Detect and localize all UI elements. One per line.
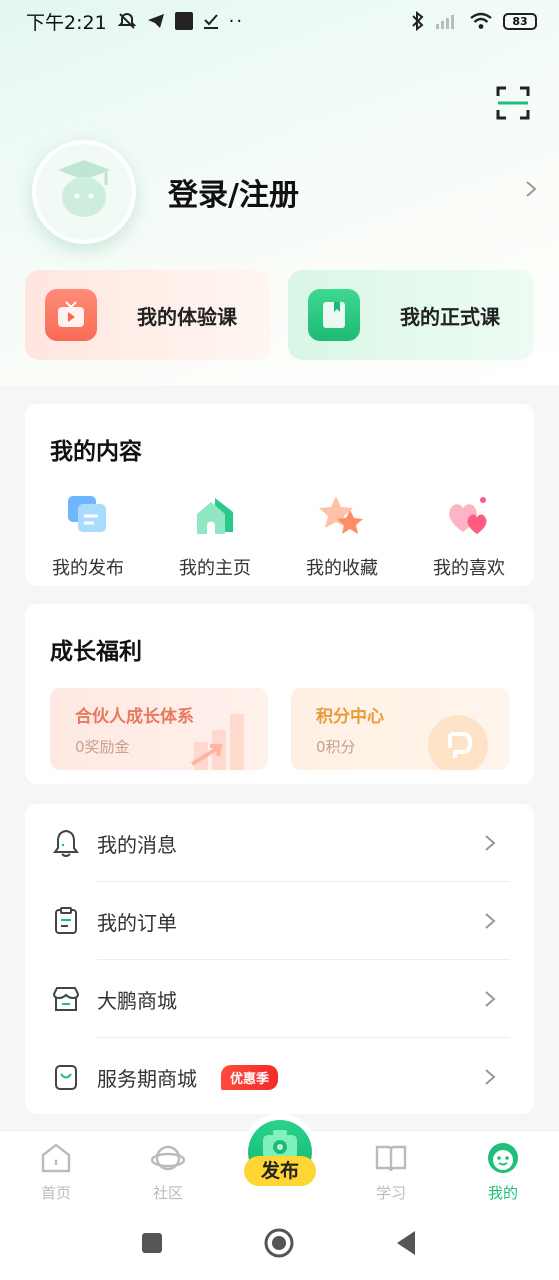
- chevron-right-icon: [485, 1069, 496, 1085]
- publish-doc-icon: [68, 496, 106, 532]
- system-navigation-bar: [0, 1212, 559, 1280]
- my-content-card: 我的内容 我的发布 我的主页 我的收藏 我的喜欢: [25, 404, 534, 586]
- mascot-graduate-icon: [58, 160, 110, 217]
- menu-label-orders: 我的订单: [97, 910, 177, 935]
- book-icon: [308, 289, 360, 341]
- tab-home-label: 首页: [40, 1184, 71, 1202]
- tab-study-label: 学习: [375, 1184, 406, 1202]
- promo-badge: 优惠季: [221, 1065, 279, 1090]
- menu-list: 我的消息 我的订单 大鹏商城 服务期商城 优惠季: [25, 804, 534, 1114]
- my-favorites-label: 我的收藏: [306, 558, 378, 579]
- points-center-title: 积分中心: [316, 707, 384, 727]
- my-likes-label: 我的喜欢: [433, 558, 505, 579]
- telegram-icon: [147, 14, 164, 28]
- tab-study[interactable]: 学习: [356, 1141, 426, 1203]
- menu-item-dapeng-mall[interactable]: 大鹏商城: [25, 960, 534, 1038]
- chevron-right-icon[interactable]: [522, 178, 540, 200]
- store-icon: [52, 987, 80, 1011]
- partner-reward-value: 0奖励金: [75, 738, 130, 756]
- my-publish-label: 我的发布: [52, 558, 124, 579]
- planet-icon: [150, 1145, 186, 1171]
- more-dots-icon: ··: [228, 10, 245, 32]
- publish-label: 发布: [244, 1156, 316, 1186]
- growth-benefits-title: 成长福利: [50, 639, 142, 665]
- my-homepage-label: 我的主页: [179, 558, 251, 579]
- my-likes-item[interactable]: 我的喜欢: [414, 492, 524, 580]
- trial-course-label: 我的体验课: [137, 304, 237, 329]
- order-icon: [55, 907, 77, 934]
- formal-course-label: 我的正式课: [400, 304, 500, 329]
- chevron-right-icon: [485, 913, 496, 929]
- tab-mine-label: 我的: [487, 1184, 518, 1202]
- bag-icon: [55, 1065, 77, 1090]
- heart-icon: [449, 497, 487, 534]
- chevron-right-icon: [485, 835, 496, 851]
- scan-icon[interactable]: [496, 86, 530, 120]
- status-bar: 下午2:21 ·· 83: [0, 0, 559, 42]
- menu-item-service-mall[interactable]: 服务期商城 优惠季: [25, 1038, 534, 1116]
- points-value: 0积分: [316, 738, 356, 756]
- open-book-icon: [375, 1145, 407, 1172]
- chevron-right-icon: [485, 991, 496, 1007]
- partner-growth-title: 合伙人成长体系: [75, 707, 194, 727]
- signal-icon: [436, 15, 454, 29]
- menu-label-messages: 我的消息: [97, 832, 177, 857]
- formal-course-card[interactable]: 我的正式课: [288, 270, 534, 360]
- tab-mine[interactable]: 我的: [468, 1141, 538, 1203]
- login-register-link[interactable]: 登录/注册: [168, 170, 299, 214]
- app-square-icon: [174, 12, 193, 30]
- menu-item-messages[interactable]: 我的消息: [25, 804, 534, 882]
- battery-icon: 83: [503, 12, 537, 30]
- mute-icon: [117, 12, 137, 29]
- recent-apps-icon[interactable]: [141, 1232, 163, 1254]
- my-homepage-item[interactable]: 我的主页: [160, 492, 270, 580]
- smiley-face-icon: [488, 1143, 518, 1173]
- points-coin-icon: [428, 715, 488, 770]
- menu-label-service-mall: 服务期商城: [97, 1066, 197, 1091]
- my-favorites-item[interactable]: 我的收藏: [287, 492, 397, 580]
- back-icon[interactable]: [395, 1230, 417, 1256]
- home-icon: [197, 498, 233, 534]
- tab-home[interactable]: 首页: [21, 1141, 91, 1203]
- home-tab-icon: [41, 1143, 71, 1173]
- tab-community[interactable]: 社区: [133, 1141, 203, 1203]
- star-icon: [319, 496, 363, 534]
- growth-benefits-card: 成长福利 合伙人成长体系 0奖励金 积分中心 0积分: [25, 604, 534, 784]
- publish-button[interactable]: 发布: [240, 1112, 320, 1192]
- bluetooth-icon: [412, 11, 424, 31]
- menu-label-dapeng-mall: 大鹏商城: [97, 988, 177, 1013]
- status-time: 下午2:21: [26, 11, 107, 34]
- my-publish-item[interactable]: 我的发布: [33, 492, 143, 580]
- wifi-icon: [470, 12, 492, 29]
- my-content-title: 我的内容: [50, 439, 142, 465]
- avatar[interactable]: [32, 140, 136, 244]
- bell-icon: [53, 829, 79, 857]
- partner-growth-card[interactable]: 合伙人成长体系 0奖励金: [50, 688, 268, 770]
- growth-chart-icon: [190, 714, 244, 770]
- home-button-icon[interactable]: [263, 1227, 295, 1259]
- tv-icon: [45, 289, 97, 341]
- menu-item-orders[interactable]: 我的订单: [25, 882, 534, 960]
- download-check-icon: [203, 14, 218, 29]
- points-center-card[interactable]: 积分中心 0积分: [291, 688, 509, 770]
- trial-course-card[interactable]: 我的体验课: [25, 270, 271, 360]
- tab-community-label: 社区: [152, 1184, 183, 1202]
